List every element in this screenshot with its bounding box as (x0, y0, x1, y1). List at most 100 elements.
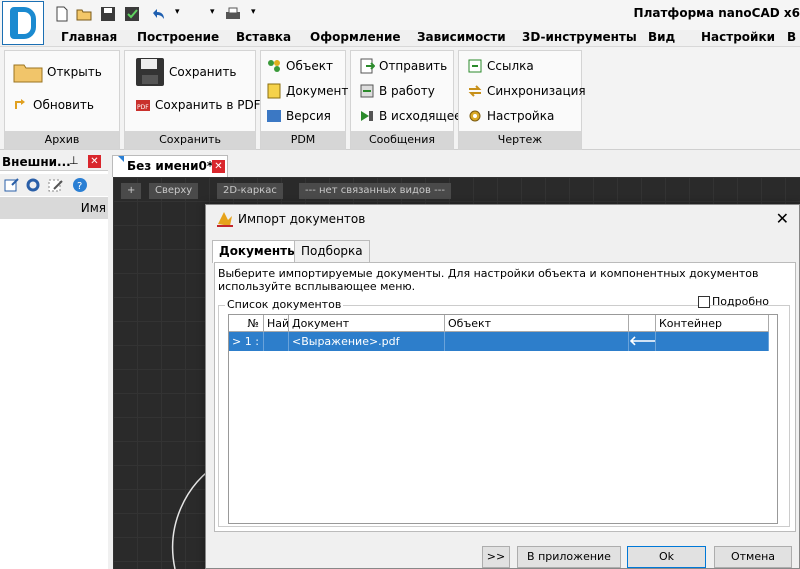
save-check-icon[interactable] (124, 6, 140, 22)
tab-close-icon[interactable]: ✕ (212, 160, 225, 173)
title-bar: ▾ ▾ ▾ Платформа nanoCAD x6 (0, 0, 800, 45)
app-logo[interactable] (2, 1, 44, 45)
row-number[interactable]: > 1 : (229, 332, 264, 351)
send-button[interactable]: Отправить (359, 58, 447, 74)
undo-icon[interactable] (150, 6, 166, 22)
edit-icon[interactable] (48, 177, 64, 193)
link-icon (468, 59, 482, 73)
document-icon (267, 83, 281, 99)
column-container[interactable]: Контейнер (656, 315, 769, 332)
open-button[interactable]: Открыть (13, 61, 102, 83)
save-pdf-label: Сохранить в PDF (155, 98, 261, 112)
menu-view[interactable]: Вид (648, 30, 675, 44)
row-container[interactable] (656, 332, 769, 351)
column-found[interactable]: Най (264, 315, 289, 332)
panel-messages: Отправить В работу В исходящее Сообщения (350, 50, 461, 150)
outgoing-label: В исходящее (379, 109, 462, 123)
menu-build[interactable]: Построение (137, 30, 219, 44)
object-label: Объект (286, 59, 333, 73)
print-icon[interactable] (225, 6, 241, 22)
outgoing-icon (361, 111, 373, 121)
column-document[interactable]: Документ (289, 315, 445, 332)
panel-archive: Открыть Обновить Архив (4, 50, 120, 150)
refresh-button[interactable]: Обновить (13, 97, 94, 113)
refresh-label: Обновить (33, 98, 94, 112)
linked-views-button[interactable]: --- нет связанных видов --- (299, 183, 451, 199)
attach-icon[interactable] (4, 177, 20, 193)
outgoing-button[interactable]: В исходящее (359, 108, 461, 124)
ok-button[interactable]: Ok (627, 546, 706, 568)
import-icon (217, 212, 233, 227)
undo-dropdown-icon[interactable]: ▾ (175, 7, 180, 17)
panel-messages-title: Сообщения (351, 131, 453, 149)
link-label: Ссылка (487, 59, 534, 73)
folder-icon (13, 64, 43, 83)
external-references-panel: Внешни... ⊥ ✕ ? Имя (0, 153, 108, 569)
to-work-button[interactable]: В работу (359, 83, 435, 99)
save-label: Сохранить (169, 65, 237, 79)
document-label: Документ (286, 84, 349, 98)
link-button[interactable]: Ссылка (467, 58, 534, 74)
pin-icon[interactable]: ⊥ (69, 154, 79, 167)
panel-save-title: Сохранить (125, 131, 255, 149)
panel-drawing-title: Чертеж (459, 131, 581, 149)
row-arrow-icon[interactable]: 🡐 (629, 332, 656, 351)
setup-label: Настройка (487, 109, 555, 123)
row-document[interactable]: <Выражение>.pdf (289, 332, 445, 351)
customize-dropdown-icon[interactable]: ▾ (251, 7, 256, 17)
document-button[interactable]: Документ (266, 83, 348, 99)
new-file-icon[interactable] (54, 6, 70, 22)
help-icon[interactable]: ? (72, 177, 88, 193)
to-work-icon (360, 84, 374, 98)
add-view-button[interactable]: + (121, 183, 142, 199)
panel-pdm: Объект Документ Версия PDM (260, 50, 348, 150)
cancel-button[interactable]: Отмена (714, 546, 792, 568)
checkbox-box[interactable] (698, 295, 710, 308)
row-found[interactable] (264, 332, 289, 351)
view-top-button[interactable]: Сверху (149, 183, 199, 199)
menu-bar: Главная Построение Вставка Оформление За… (44, 30, 800, 46)
dialog-title: Импорт документов (238, 212, 366, 226)
version-button[interactable]: Версия (266, 108, 331, 124)
tab-label: Без имени0* (127, 159, 214, 173)
to-app-button[interactable]: В приложение (517, 546, 621, 568)
row-object[interactable] (445, 332, 629, 351)
floppy-icon (136, 58, 164, 86)
menu-constraints[interactable]: Зависимости (417, 30, 506, 44)
reload-icon[interactable] (25, 177, 41, 193)
svg-text:?: ? (77, 181, 82, 192)
pdf-icon: PDF (136, 100, 150, 111)
version-icon (267, 110, 281, 122)
dialog-close-icon[interactable]: ✕ (776, 209, 789, 228)
refresh-icon (15, 99, 25, 109)
more-button[interactable]: >> (482, 546, 510, 568)
save-button[interactable]: Сохранить (135, 57, 237, 87)
setup-button[interactable]: Настройка (467, 108, 554, 124)
column-object[interactable]: Объект (445, 315, 629, 332)
sync-button[interactable]: Синхронизация (467, 83, 586, 99)
version-label: Версия (286, 109, 331, 123)
save-pdf-button[interactable]: PDF Сохранить в PDF (135, 97, 261, 113)
save-icon[interactable] (100, 6, 116, 22)
column-action[interactable] (629, 315, 656, 332)
detailed-checkbox[interactable]: Подробно (698, 295, 769, 308)
panel-archive-title: Архив (5, 131, 119, 149)
tab-document[interactable]: Без имени0* ✕ (112, 155, 228, 177)
documents-table: № Най Документ Объект Контейнер > 1 : <В… (228, 314, 778, 524)
object-button[interactable]: Объект (266, 58, 333, 74)
column-number[interactable]: № (229, 315, 264, 332)
panel-header: Внешни... ⊥ ✕ (0, 153, 108, 171)
close-icon[interactable]: ✕ (88, 155, 101, 168)
menu-home[interactable]: Главная (61, 30, 117, 44)
menu-more[interactable]: В (787, 30, 796, 44)
menu-3d-tools[interactable]: 3D-инструменты (522, 30, 637, 44)
menu-format[interactable]: Оформление (310, 30, 401, 44)
name-column-header[interactable]: Имя (0, 197, 108, 219)
tab-documents[interactable]: Документы (212, 240, 305, 263)
open-folder-icon[interactable] (76, 6, 92, 22)
tab-selection[interactable]: Подборка (294, 240, 370, 262)
visual-style-button[interactable]: 2D-каркас (217, 183, 283, 199)
import-documents-dialog: Импорт документов ✕ Документы Подборка В… (205, 204, 800, 569)
menu-insert[interactable]: Вставка (236, 30, 291, 44)
menu-settings[interactable]: Настройки (701, 30, 775, 44)
